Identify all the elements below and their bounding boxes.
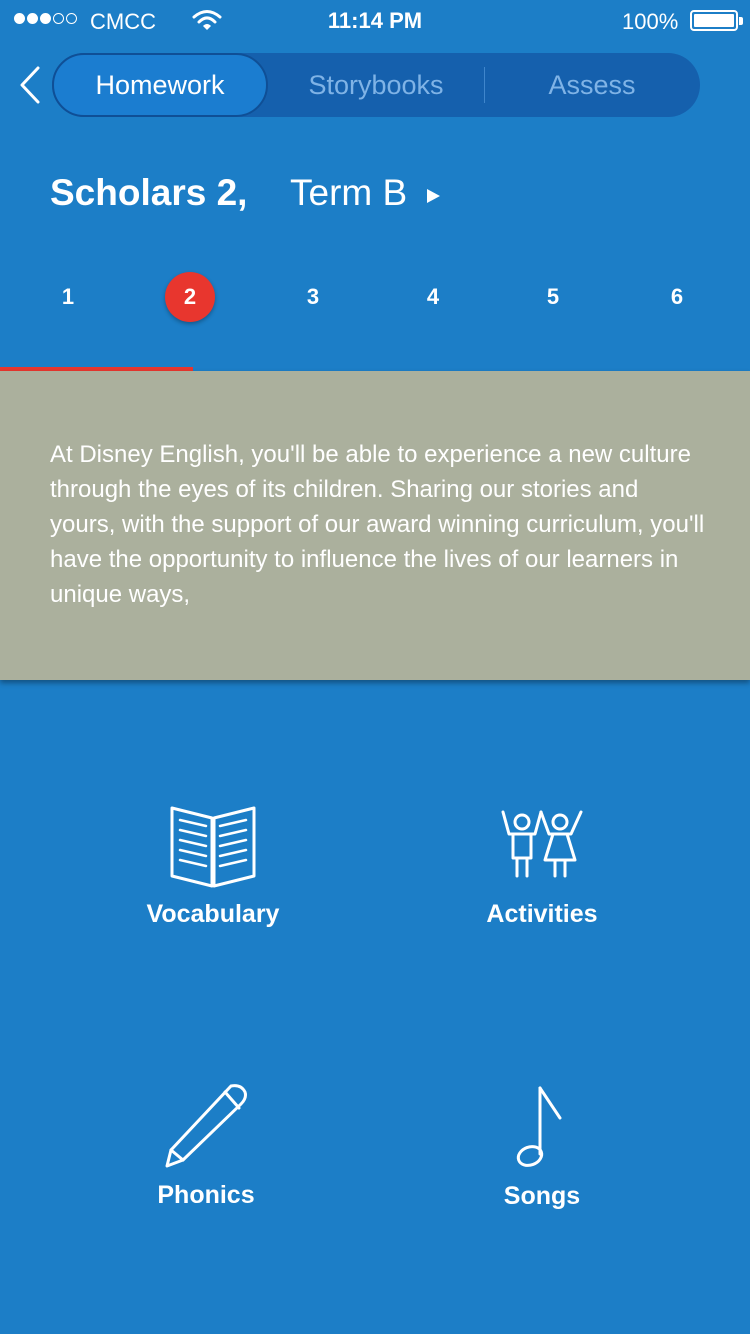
unit-tab-2[interactable]: 2 (165, 272, 215, 322)
unit-tab-3[interactable]: 3 (288, 272, 338, 322)
course-title: Scholars 2, (50, 172, 248, 213)
battery-icon (690, 10, 738, 31)
music-note-icon (516, 1086, 562, 1167)
vocabulary-label: Vocabulary (146, 900, 280, 928)
back-button[interactable] (12, 62, 48, 108)
section-tabs: Homework Storybooks Assess (52, 53, 700, 117)
open-book-icon (170, 806, 256, 888)
play-arrow-icon[interactable] (427, 189, 440, 203)
unit-tab-6[interactable]: 6 (652, 272, 702, 322)
activities-button[interactable]: Activities (422, 800, 662, 950)
activities-label: Activities (486, 900, 598, 928)
phonics-button[interactable]: Phonics (86, 1080, 326, 1230)
term-selector[interactable]: Term B (290, 172, 407, 214)
children-icon (501, 810, 583, 878)
description-text: At Disney English, you'll be able to exp… (50, 441, 705, 608)
chevron-left-icon (20, 66, 40, 104)
songs-button[interactable]: Songs (422, 1080, 662, 1230)
unit-tab-1[interactable]: 1 (43, 272, 93, 322)
battery-percent: 100% (622, 9, 679, 34)
tab-storybooks[interactable]: Storybooks (268, 53, 484, 117)
songs-label: Songs (503, 1182, 581, 1210)
unit-tab-5[interactable]: 5 (528, 272, 578, 322)
tab-assess[interactable]: Assess (484, 53, 700, 117)
unit-tab-4[interactable]: 4 (408, 272, 458, 322)
description-panel: At Disney English, you'll be able to exp… (0, 371, 750, 680)
status-bar: CMCC 11:14 PM 100% (0, 0, 750, 40)
vocabulary-button[interactable]: Vocabulary (93, 800, 333, 950)
pencil-icon (165, 1084, 247, 1168)
tab-homework[interactable]: Homework (52, 53, 268, 117)
phonics-label: Phonics (157, 1181, 255, 1209)
